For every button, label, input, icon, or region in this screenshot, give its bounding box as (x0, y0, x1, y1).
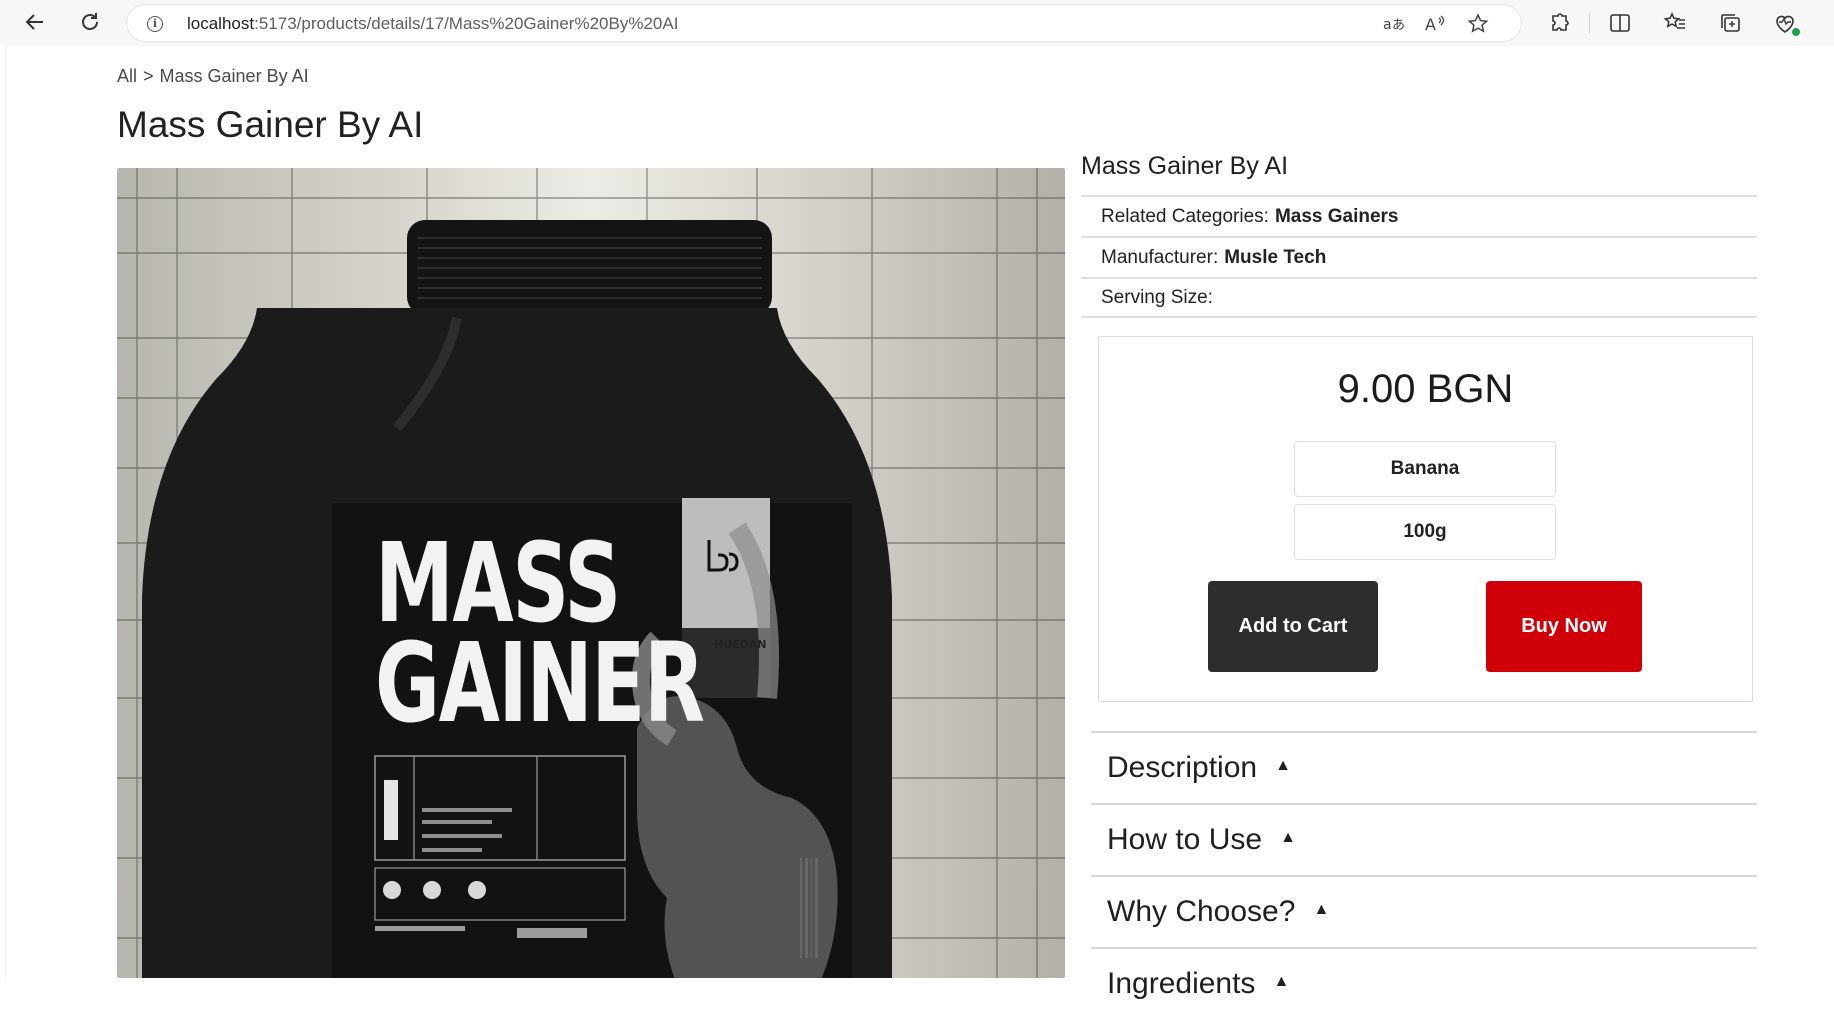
serving-size-row: Serving Size: (1081, 277, 1757, 318)
manufacturer-value: Musle Tech (1224, 246, 1327, 268)
breadcrumb-root-link[interactable]: All (117, 66, 137, 86)
product-info-table: Related Categories: Mass Gainers Manufact… (1081, 195, 1757, 318)
product-image: MASS GAINER HUEDAN (117, 168, 1065, 978)
toolbar-separator (1589, 13, 1590, 33)
svg-text:a: a (1383, 17, 1392, 33)
browser-toolbar: i localhost:5173/products/details/17/Mas… (0, 0, 1834, 46)
svg-text:A: A (1425, 15, 1436, 34)
collections-icon[interactable] (1715, 8, 1745, 38)
back-arrow-icon[interactable] (16, 3, 54, 41)
manufacturer-row: Manufacturer: Musle Tech (1081, 236, 1757, 277)
category-link[interactable]: Mass Gainers (1275, 206, 1399, 228)
purchase-box: 9.00 BGN Banana 100g Add to Cart Buy Now (1098, 336, 1753, 702)
read-aloud-icon[interactable]: A (1423, 12, 1447, 36)
details-accordion: Description ▲ How to Use ▲ Why Choose? ▲ In… (1091, 731, 1757, 1019)
extensions-icon[interactable] (1544, 8, 1574, 38)
breadcrumb-separator: > (143, 66, 154, 86)
favorite-star-icon[interactable] (1466, 12, 1490, 36)
product-info-title: Mass Gainer By AI (1081, 152, 1289, 180)
svg-text:あ: あ (1392, 18, 1405, 33)
add-to-cart-button[interactable]: Add to Cart (1208, 581, 1378, 672)
url-text[interactable]: localhost:5173/products/details/17/Mass%… (187, 14, 678, 34)
info-label: Serving Size: (1101, 286, 1213, 308)
translate-icon[interactable]: aあ (1381, 12, 1405, 36)
url-path: :5173/products/details/17/Mass%20Gainer%… (254, 14, 679, 33)
info-label: Related Categories: (1101, 205, 1269, 227)
product-image-title-line2: GAINER (375, 619, 705, 747)
info-icon[interactable]: i (147, 16, 163, 32)
favorites-icon[interactable] (1660, 8, 1690, 38)
accordion-label: Ingredients (1107, 967, 1256, 1000)
page-content: All > Mass Gainer By AI Mass Gainer By AI (5, 46, 1834, 1000)
caret-up-icon: ▲ (1275, 757, 1291, 774)
breadcrumb-current: Mass Gainer By AI (159, 66, 309, 86)
accordion-why-choose[interactable]: Why Choose? ▲ (1091, 875, 1757, 947)
buy-now-button[interactable]: Buy Now (1486, 581, 1642, 672)
accordion-how-to-use[interactable]: How to Use ▲ (1091, 803, 1757, 875)
caret-up-icon: ▲ (1313, 901, 1330, 918)
related-categories-row: Related Categories: Mass Gainers (1081, 195, 1757, 236)
flavor-option[interactable]: Banana (1294, 441, 1556, 497)
split-screen-icon[interactable] (1605, 8, 1635, 38)
page-title: Mass Gainer By AI (117, 104, 424, 145)
caret-up-icon: ▲ (1280, 829, 1296, 846)
address-bar[interactable]: i localhost:5173/products/details/17/Mas… (126, 4, 1522, 42)
accordion-label: How to Use (1107, 823, 1263, 856)
caret-up-icon: ▲ (1273, 973, 1290, 990)
size-option[interactable]: 100g (1294, 504, 1556, 560)
accordion-label: Description (1107, 751, 1258, 784)
url-host: localhost (187, 14, 255, 33)
accordion-label: Why Choose? (1107, 895, 1296, 928)
accordion-ingredients[interactable]: Ingredients ▲ (1091, 947, 1757, 1019)
breadcrumb: All > Mass Gainer By AI (117, 66, 315, 87)
price: 9.00 BGN (1337, 367, 1514, 411)
product-image-brand-mark: HUEDAN (714, 638, 767, 651)
info-label: Manufacturer: (1101, 246, 1219, 268)
status-dot-icon (1791, 27, 1801, 37)
reload-icon[interactable] (71, 3, 109, 41)
accordion-description[interactable]: Description ▲ (1091, 731, 1757, 803)
